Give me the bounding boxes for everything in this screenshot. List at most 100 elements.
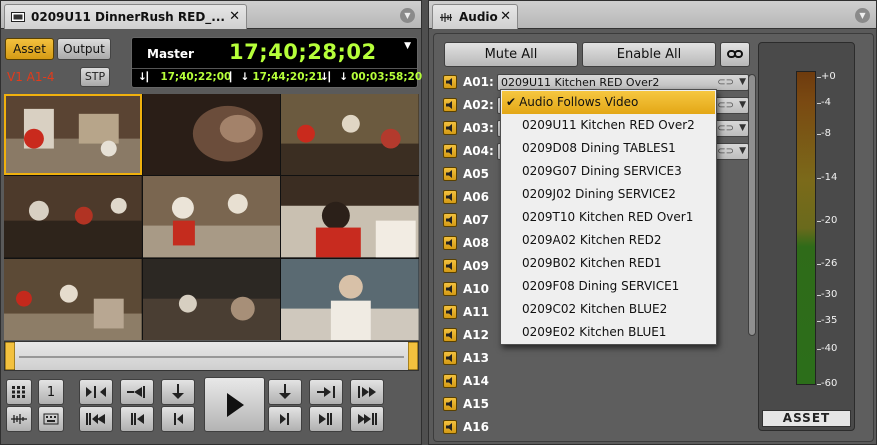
- dropdown-item[interactable]: 0209U11 Kitchen RED Over2: [502, 114, 715, 137]
- camera-thumbnail[interactable]: [4, 176, 142, 258]
- meter-tick-label: -40: [821, 343, 838, 354]
- track-enable-button[interactable]: [443, 420, 457, 434]
- output-button[interactable]: Output: [57, 38, 111, 60]
- track-enable-button[interactable]: [443, 351, 457, 365]
- meter-bar: [796, 71, 816, 385]
- mark-out-icon: [279, 384, 291, 399]
- dropdown-item[interactable]: 0209D08 Dining TABLES1: [502, 137, 715, 160]
- close-icon[interactable]: ✕: [500, 9, 511, 24]
- dropdown-item-label: 0209U11 Kitchen RED Over2: [522, 118, 695, 132]
- track-enable-button[interactable]: [443, 75, 457, 89]
- step-back-button[interactable]: [120, 406, 154, 432]
- frame-forward-button[interactable]: [268, 406, 302, 432]
- dropdown-item[interactable]: 0209T10 Kitchen RED Over1: [502, 206, 715, 229]
- panel-menu-icon[interactable]: ▼: [855, 8, 870, 23]
- track-enable-button[interactable]: [443, 121, 457, 135]
- track-enable-button[interactable]: [443, 374, 457, 388]
- link-icon: [727, 50, 743, 58]
- track-enable-button[interactable]: [443, 328, 457, 342]
- speaker-icon: [446, 331, 452, 339]
- dropdown-item[interactable]: ✔ Audio Follows Video: [502, 91, 715, 114]
- camera-thumbnail[interactable]: [142, 94, 281, 176]
- audio-track-row: A16: [443, 417, 497, 437]
- play-button[interactable]: [204, 377, 265, 432]
- track-source-select[interactable]: 0209U11 Kitchen RED Over2 ⊂⊃ ▼: [497, 73, 749, 91]
- track-enable-button[interactable]: [443, 144, 457, 158]
- grid-view-button[interactable]: [6, 379, 32, 405]
- meter-label: ASSET: [762, 410, 851, 427]
- track-enable-button[interactable]: [443, 167, 457, 181]
- dropdown-item[interactable]: 0209A02 Kitchen RED2: [502, 229, 715, 252]
- audio-track-row: A15: [443, 394, 497, 414]
- camera-thumbnail[interactable]: [4, 258, 142, 340]
- close-icon[interactable]: ✕: [229, 9, 240, 24]
- track-name: A11: [463, 305, 489, 319]
- position-indicator-icon[interactable]: [5, 342, 15, 370]
- camera-thumbnail[interactable]: [281, 176, 419, 258]
- link-button[interactable]: [720, 42, 750, 67]
- track-enable-button[interactable]: [443, 397, 457, 411]
- dropdown-item[interactable]: 0209G07 Dining SERVICE3: [502, 160, 715, 183]
- mute-all-button[interactable]: Mute All: [444, 42, 578, 67]
- app-window: 0209U11 DinnerRush RED_... ✕ ▼ Asset Out…: [0, 0, 877, 445]
- timecode-subrow: ↓⎸ 17;40;22;00 ⎸↓ 17;44;20;21 ↓⎸↓ 00;03;58;…: [132, 68, 422, 87]
- track-enable-button[interactable]: [443, 98, 457, 112]
- track-enable-button[interactable]: [443, 213, 457, 227]
- source-tab[interactable]: 0209U11 DinnerRush RED_... ✕: [4, 4, 247, 29]
- dropdown-item[interactable]: 0209C02 Kitchen BLUE2: [502, 298, 715, 321]
- panel-menu-icon[interactable]: ▼: [400, 8, 415, 23]
- track-name: A03:: [463, 121, 494, 135]
- clear-marks-button[interactable]: [350, 379, 384, 405]
- timecode-menu-icon[interactable]: ▼: [404, 41, 411, 51]
- dropdown-item[interactable]: 0209B02 Kitchen RED1: [502, 252, 715, 275]
- dropdown-item[interactable]: 0209E02 Kitchen BLUE1: [502, 321, 715, 344]
- enable-all-button[interactable]: Enable All: [582, 42, 716, 67]
- fast-forward-button[interactable]: [350, 406, 384, 432]
- camera-thumbnail[interactable]: [281, 258, 419, 340]
- track-enable-button[interactable]: [443, 236, 457, 250]
- asset-button[interactable]: Asset: [5, 38, 54, 60]
- audio-source-dropdown[interactable]: ✔ Audio Follows Video 0209U11 Kitchen RED …: [500, 89, 717, 345]
- timecode-display: Master 17;40;28;02 ▼ ↓⎸ 17;40;22;00 ⎸↓ 17;…: [131, 37, 422, 88]
- track-enable-button[interactable]: [443, 259, 457, 273]
- dropdown-item[interactable]: 0209J02 Dining SERVICE2: [502, 183, 715, 206]
- camera-thumbnail[interactable]: [281, 94, 419, 176]
- go-to-in-button[interactable]: [120, 379, 154, 405]
- meter-tick-label: -35: [821, 315, 838, 326]
- audio-waveform-button[interactable]: [6, 406, 32, 432]
- meter-tick-label: +0: [821, 71, 836, 82]
- frame-back-button[interactable]: [161, 406, 195, 432]
- match-frame-button[interactable]: [79, 379, 113, 405]
- dropdown-item-label: 0209D08 Dining TABLES1: [522, 141, 676, 155]
- stp-button[interactable]: STP: [80, 67, 110, 87]
- speaker-icon: [446, 124, 452, 132]
- dropdown-item-label: 0209E02 Kitchen BLUE1: [522, 325, 667, 339]
- fast-forward-icon: [358, 413, 377, 425]
- keyboard-button[interactable]: [38, 406, 64, 432]
- source-monitor-panel: 0209U11 DinnerRush RED_... ✕ ▼ Asset Out…: [0, 0, 422, 445]
- camera-thumbnail[interactable]: [4, 94, 142, 176]
- track-enable-button[interactable]: [443, 190, 457, 204]
- track-selector-label[interactable]: V1 A1-4: [7, 68, 57, 86]
- chevron-down-icon: ▼: [739, 122, 746, 133]
- position-bar[interactable]: [4, 341, 419, 371]
- mark-in-button[interactable]: [161, 379, 195, 405]
- step-forward-button[interactable]: [309, 406, 343, 432]
- audio-track-row: A14: [443, 371, 497, 391]
- track-enable-button[interactable]: [443, 305, 457, 319]
- go-to-out-button[interactable]: [309, 379, 343, 405]
- mark-in-value: 17;40;22;00: [160, 71, 232, 83]
- multicam-video-grid[interactable]: [4, 94, 419, 340]
- timecode-label: Master: [147, 47, 194, 61]
- rewind-button[interactable]: [79, 406, 113, 432]
- meter-tick-label: -14: [821, 172, 838, 183]
- camera-thumbnail[interactable]: [142, 176, 281, 258]
- track-enable-button[interactable]: [443, 282, 457, 296]
- dropdown-item-label: 0209G07 Dining SERVICE3: [522, 164, 682, 178]
- audio-tab[interactable]: Audio ✕: [432, 4, 518, 29]
- step-one-button[interactable]: 1: [38, 379, 64, 405]
- camera-thumbnail[interactable]: [142, 258, 281, 340]
- mark-out-button[interactable]: [268, 379, 302, 405]
- track-list-scrollbar[interactable]: [748, 74, 756, 336]
- dropdown-item[interactable]: 0209F08 Dining SERVICE1: [502, 275, 715, 298]
